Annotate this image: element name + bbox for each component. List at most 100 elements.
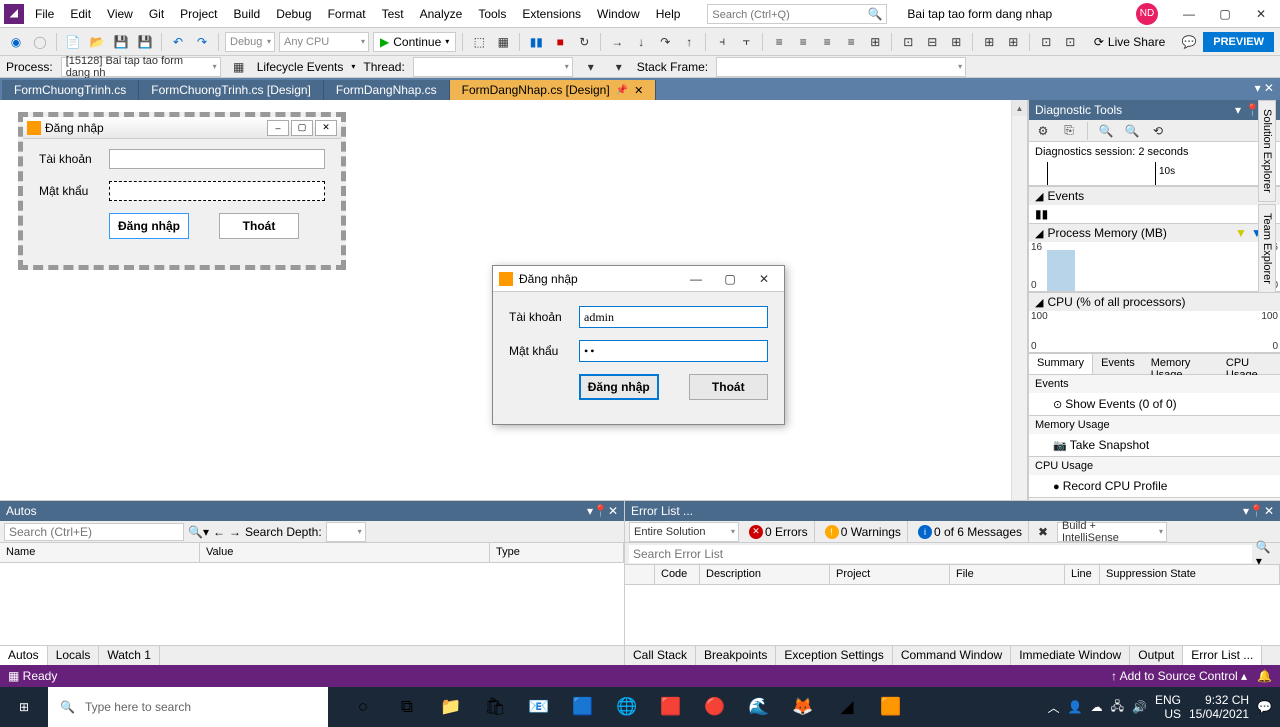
nav-back-icon[interactable]: ←: [213, 525, 225, 539]
nav-fwd-icon[interactable]: →: [229, 525, 241, 539]
reset-view-icon[interactable]: ⟲: [1148, 121, 1168, 141]
menu-build[interactable]: Build: [227, 4, 268, 24]
pin-icon[interactable]: 📍: [1249, 504, 1264, 518]
forward-icon[interactable]: ◯: [30, 32, 50, 52]
menu-edit[interactable]: Edit: [63, 4, 98, 24]
lifecycle-label[interactable]: Lifecycle Events: [257, 60, 344, 74]
align-icon[interactable]: ≡: [817, 32, 837, 52]
align-icon[interactable]: ≡: [793, 32, 813, 52]
scroll-up-icon[interactable]: ▲: [1012, 100, 1027, 116]
col-type[interactable]: Type: [490, 543, 624, 562]
tab-locals[interactable]: Locals: [48, 646, 100, 665]
step-out-icon[interactable]: ↑: [679, 32, 699, 52]
diag-timeline[interactable]: 10s: [1029, 162, 1280, 186]
show-events-link[interactable]: ⊙ Show Events (0 of 0): [1029, 393, 1280, 415]
feedback-icon[interactable]: 💬: [1179, 32, 1199, 52]
col-file[interactable]: File: [950, 565, 1065, 584]
col-project[interactable]: Project: [830, 565, 950, 584]
continue-button[interactable]: ▶Continue▾: [373, 32, 456, 52]
filter-icon[interactable]: ▾: [581, 57, 601, 77]
errorlist-search[interactable]: [629, 545, 1252, 563]
process-combo[interactable]: [15128] Bai tap tao form dang nh: [61, 57, 221, 77]
visual-studio-icon[interactable]: ◢: [826, 687, 868, 727]
tray-onedrive-icon[interactable]: ☁: [1091, 700, 1103, 714]
source-control-button[interactable]: ↑ Add to Source Control ▴: [1111, 669, 1247, 683]
stackframe-combo[interactable]: [716, 57, 966, 77]
align-icon[interactable]: ⊞: [946, 32, 966, 52]
tab-breakpoints[interactable]: Breakpoints: [696, 646, 776, 665]
memory-header[interactable]: ◢ Process Memory (MB)▼ ▼ ●: [1029, 224, 1280, 242]
col-code[interactable]: Code: [655, 565, 700, 584]
restore-window-icon[interactable]: ▢: [1210, 3, 1240, 25]
align-icon[interactable]: ⊡: [1036, 32, 1056, 52]
stop-icon[interactable]: ■: [550, 32, 570, 52]
messages-filter[interactable]: i0 of 6 Messages: [912, 521, 1029, 542]
tab-callstack[interactable]: Call Stack: [625, 646, 696, 665]
align-icon[interactable]: ⊞: [979, 32, 999, 52]
filter-icon[interactable]: ▾: [609, 57, 629, 77]
new-project-icon[interactable]: 📄: [63, 32, 83, 52]
platform-combo[interactable]: Any CPU: [279, 32, 369, 52]
zoom-out-icon[interactable]: 🔍: [1122, 121, 1142, 141]
align-icon[interactable]: ≡: [841, 32, 861, 52]
cortana-icon[interactable]: ○: [342, 687, 384, 727]
menu-file[interactable]: File: [28, 4, 61, 24]
store-icon[interactable]: 🛍: [474, 687, 516, 727]
align-icon[interactable]: ⊡: [898, 32, 918, 52]
login-button[interactable]: Đăng nhập: [109, 213, 189, 239]
align-icon[interactable]: ⊞: [865, 32, 885, 52]
tray-language[interactable]: ENGUS: [1155, 693, 1181, 722]
tool-icon[interactable]: ▦: [493, 32, 513, 52]
user-avatar[interactable]: ND: [1136, 3, 1158, 25]
doc-tab-active[interactable]: FormDangNhap.cs [Design]📌✕: [450, 80, 657, 100]
tray-people-icon[interactable]: 👤: [1068, 700, 1083, 714]
col-suppression[interactable]: Suppression State: [1100, 565, 1280, 584]
select-tools-icon[interactable]: ⎘: [1059, 121, 1079, 141]
search-icon[interactable]: 🔍▾: [188, 525, 209, 539]
col-line[interactable]: Line: [1065, 565, 1100, 584]
tray-up-icon[interactable]: ︿: [1048, 699, 1060, 716]
errors-filter[interactable]: ✕0 Errors: [743, 521, 815, 542]
clear-filters-icon[interactable]: ✖: [1033, 522, 1053, 542]
config-combo[interactable]: Debug: [225, 32, 275, 52]
app-icon[interactable]: 🟥: [650, 687, 692, 727]
minimize-window-icon[interactable]: —: [1174, 3, 1204, 25]
tab-output[interactable]: Output: [1130, 646, 1183, 665]
menu-project[interactable]: Project: [173, 4, 224, 24]
cpu-header[interactable]: ◢ CPU (% of all processors): [1029, 293, 1280, 311]
window-dropdown-icon[interactable]: ▾: [1235, 103, 1241, 117]
tab-overflow-icon[interactable]: ▾ ✕: [1255, 81, 1274, 95]
save-all-icon[interactable]: 💾: [135, 32, 155, 52]
open-icon[interactable]: 📂: [87, 32, 107, 52]
team-explorer-tab[interactable]: Team Explorer: [1258, 204, 1276, 293]
events-header[interactable]: ◢ Events: [1029, 187, 1280, 205]
chrome-icon[interactable]: 🌐: [606, 687, 648, 727]
step-icon[interactable]: →: [607, 32, 627, 52]
autos-search[interactable]: [4, 523, 184, 541]
step-into-icon[interactable]: ↓: [631, 32, 651, 52]
lifecycle-icon[interactable]: ▦: [229, 57, 249, 77]
maximize-icon[interactable]: ▢: [716, 272, 744, 286]
mail-icon[interactable]: 📧: [518, 687, 560, 727]
opera-icon[interactable]: 🔴: [694, 687, 736, 727]
quick-search-input[interactable]: [712, 9, 868, 21]
explorer-icon[interactable]: 📁: [430, 687, 472, 727]
pass-textbox-selected[interactable]: [109, 181, 325, 201]
menu-test[interactable]: Test: [375, 4, 411, 24]
menu-analyze[interactable]: Analyze: [413, 4, 470, 24]
tray-volume-icon[interactable]: 🔊: [1132, 700, 1147, 714]
pin-icon[interactable]: 📌: [616, 85, 628, 96]
menu-tools[interactable]: Tools: [471, 4, 513, 24]
system-tray[interactable]: ︿ 👤 ☁ 🖧 🔊 ENGUS 9:32 CH15/04/2021 💬: [1048, 693, 1280, 722]
vertical-scrollbar[interactable]: ▲: [1011, 100, 1027, 500]
tab-autos[interactable]: Autos: [0, 646, 48, 665]
tab-command[interactable]: Command Window: [893, 646, 1011, 665]
firefox-icon[interactable]: 🦊: [782, 687, 824, 727]
undo-icon[interactable]: ↶: [168, 32, 188, 52]
designer-surface[interactable]: Đăng nhập – ▢ ✕ Tài khoản Mật khẩu Đăng …: [0, 100, 1028, 500]
quick-search[interactable]: 🔍: [707, 4, 887, 24]
take-snapshot-link[interactable]: 📷 Take Snapshot: [1029, 434, 1280, 456]
doc-tab[interactable]: FormChuongTrinh.cs: [2, 80, 139, 100]
tray-network-icon[interactable]: 🖧: [1111, 697, 1124, 718]
col-name[interactable]: Name: [0, 543, 200, 562]
